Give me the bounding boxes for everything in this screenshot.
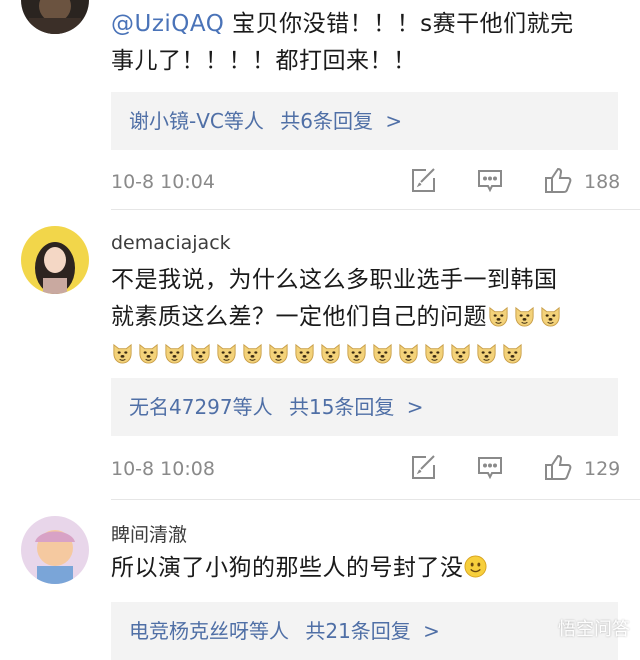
doge-emoji xyxy=(319,339,342,364)
doge-emoji xyxy=(539,302,562,327)
comment-3: 睥间清澈 所以演了小狗的那些人的号封了没 电竞杨克丝呀等人 共21条回复 > xyxy=(0,500,640,660)
doge-emoji xyxy=(371,339,394,364)
replies-summary[interactable]: 无名47297等人 共15条回复 > xyxy=(111,378,618,436)
chevron-right-icon: > xyxy=(423,619,440,643)
edit-icon[interactable] xyxy=(408,452,438,482)
smile-emoji xyxy=(463,553,487,578)
doge-emoji xyxy=(241,339,264,364)
reply-users: 无名47297等人 xyxy=(129,395,273,419)
replies-summary[interactable]: 谢小镜-VC等人 共6条回复 > xyxy=(111,92,618,150)
comment-icon[interactable] xyxy=(475,165,505,195)
doge-emoji xyxy=(215,339,238,364)
doge-emoji xyxy=(501,339,524,364)
reply-total: 共6条回复 xyxy=(280,109,373,133)
avatar[interactable] xyxy=(21,226,89,294)
doge-emoji xyxy=(111,339,134,364)
doge-emoji xyxy=(293,339,316,364)
emoji-group xyxy=(111,341,527,367)
reply-users: 谢小镜-VC等人 xyxy=(129,109,264,133)
username[interactable]: demaciajack xyxy=(111,232,231,254)
thumbs-up-icon[interactable] xyxy=(543,165,573,195)
doge-emoji xyxy=(513,302,536,327)
doge-emoji xyxy=(423,339,446,364)
watermark: 悟空问答 xyxy=(558,619,630,640)
emoji-group xyxy=(487,304,565,330)
chevron-right-icon: > xyxy=(385,109,403,133)
like-count: 129 xyxy=(584,458,621,480)
doge-emoji xyxy=(345,339,368,364)
doge-emoji xyxy=(475,339,498,364)
comment-text: 所以演了小狗的那些人的号封了没 xyxy=(111,550,626,587)
doge-emoji xyxy=(487,302,510,327)
replies-summary[interactable]: 电竞杨克丝呀等人 共21条回复 > xyxy=(111,602,618,660)
thumbs-up-icon[interactable] xyxy=(543,452,573,482)
username[interactable]: 睥间清澈 xyxy=(111,520,187,547)
comment-text: @UziQAQ 宝贝你没错！！！s赛干他们就完 事儿了！！！！都打回来！！ xyxy=(111,11,574,74)
comment-text: 不是我说，为什么这么多职业选手一到韩国 就素质这么差？一定他们自己的问题 xyxy=(111,262,626,373)
comment-meta: 10-8 10:08 129 xyxy=(0,450,640,490)
doge-emoji xyxy=(163,339,186,364)
reply-total: 共15条回复 xyxy=(288,395,395,419)
avatar[interactable] xyxy=(21,516,89,584)
doge-emoji xyxy=(267,339,290,364)
timestamp: 10-8 10:08 xyxy=(111,458,215,480)
doge-emoji xyxy=(189,339,212,364)
timestamp: 10-8 10:04 xyxy=(111,171,215,193)
comment-2: demaciajack 不是我说，为什么这么多职业选手一到韩国 就素质这么差？一… xyxy=(0,210,640,500)
doge-emoji xyxy=(137,339,160,364)
mention-link[interactable]: @UziQAQ xyxy=(111,11,224,37)
like-count: 188 xyxy=(584,171,621,193)
comment-1: @UziQAQ 宝贝你没错！！！s赛干他们就完 事儿了！！！！都打回来！！ 谢小… xyxy=(0,0,640,210)
reply-users: 电竞杨克丝呀等人 xyxy=(129,619,289,643)
comment-meta: 10-8 10:04 188 xyxy=(0,163,640,203)
doge-emoji xyxy=(449,339,472,364)
avatar[interactable] xyxy=(21,0,89,34)
reply-total: 共21条回复 xyxy=(305,619,411,643)
doge-emoji xyxy=(397,339,420,364)
edit-icon[interactable] xyxy=(408,165,438,195)
comment-icon[interactable] xyxy=(475,452,505,482)
chevron-right-icon: > xyxy=(406,395,424,419)
